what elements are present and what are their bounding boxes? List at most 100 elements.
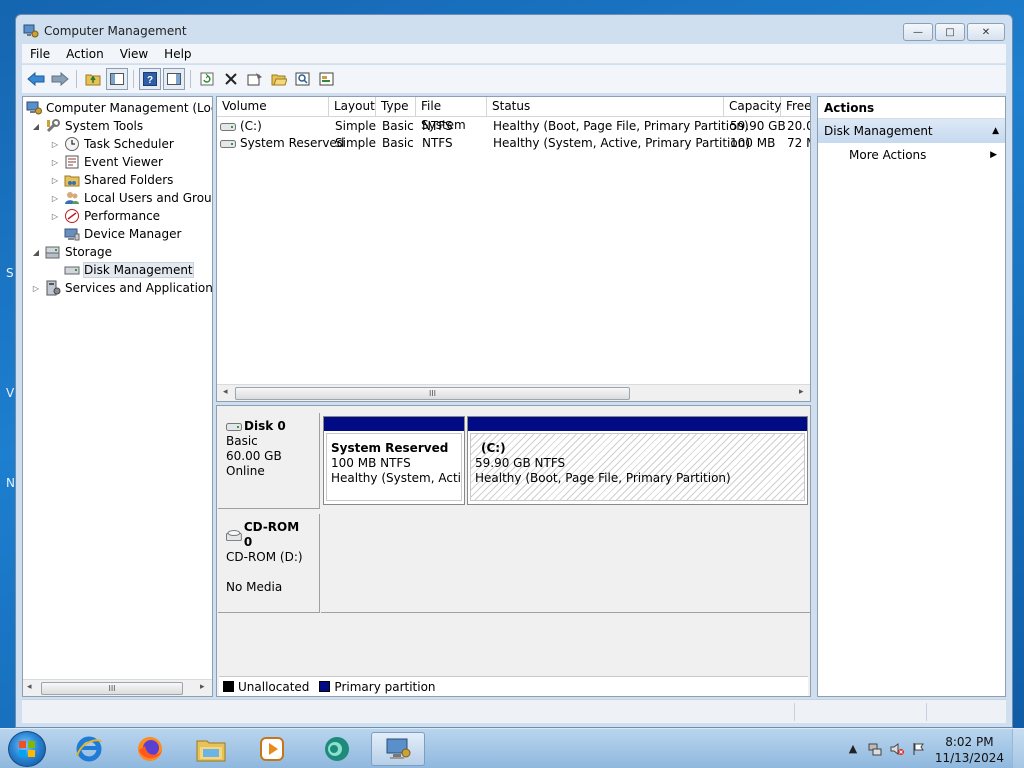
system-tray: ▲ 8:02 PM 11/13/2024 (844, 729, 1024, 768)
column-header-status[interactable]: Status (487, 97, 724, 117)
open-button[interactable] (268, 68, 290, 90)
tree-horizontal-scrollbar[interactable]: ◂ III ▸ (23, 679, 212, 696)
legend-unallocated-swatch (223, 681, 234, 692)
scroll-thumb[interactable]: III (41, 682, 183, 695)
partition-details: System Reserved 100 MB NTFS Healthy (Sys… (326, 433, 462, 501)
action-center-flag-icon[interactable] (912, 742, 926, 756)
cdrom-0-label[interactable]: CD-ROM 0 CD-ROM (D:) No Media (218, 514, 320, 613)
column-header-file-system[interactable]: File System (416, 97, 487, 132)
expander-open-icon[interactable]: ◢ (31, 122, 41, 131)
maximize-button[interactable]: □ (935, 23, 965, 41)
actions-header: Actions (818, 97, 1005, 119)
network-icon[interactable] (868, 742, 882, 756)
menu-view[interactable]: View (112, 47, 156, 61)
taskbar-computer-management[interactable] (371, 732, 425, 766)
taskbar-media-player[interactable] (245, 732, 299, 766)
taskbar-windows-explorer[interactable] (184, 732, 238, 766)
column-header-type[interactable]: Type (376, 97, 416, 117)
forward-button[interactable] (49, 68, 71, 90)
partition-c[interactable]: (C:) 59.90 GB NTFS Healthy (Boot, Page F… (467, 416, 808, 505)
maximize-icon: □ (945, 26, 955, 38)
menu-file[interactable]: File (22, 47, 58, 61)
column-header-capacity[interactable]: Capacity (724, 97, 781, 117)
show-hide-action-pane-button[interactable] (163, 68, 185, 90)
scroll-left-icon[interactable]: ◂ (27, 682, 32, 692)
collapse-up-icon[interactable]: ▲ (992, 119, 999, 143)
performance-icon (64, 208, 80, 224)
legend-label: Primary partition (334, 679, 436, 694)
media-player-icon (260, 737, 284, 761)
minimize-button[interactable]: — (903, 23, 933, 41)
internet-explorer-icon (76, 736, 102, 762)
expander-closed-icon[interactable]: ▷ (50, 158, 60, 167)
legend-primary-partition-swatch (319, 681, 331, 692)
tree-item-system-tools[interactable]: ◢ System Tools (31, 117, 143, 135)
free-space-cell: 20.07 GB (787, 119, 810, 133)
primary-partition-bar (324, 417, 464, 431)
expander-closed-icon[interactable]: ▷ (50, 212, 60, 221)
shared-folder-icon (64, 172, 80, 188)
show-desktop-button[interactable] (1012, 729, 1024, 768)
show-hidden-icons-icon[interactable]: ▲ (846, 742, 860, 756)
tree-item-label: Services and Applications (65, 281, 213, 295)
show-hide-console-tree-button[interactable] (106, 68, 128, 90)
tree-item-performance[interactable]: ▷ Performance (50, 207, 160, 225)
expander-open-icon[interactable]: ◢ (31, 248, 41, 257)
scroll-thumb[interactable]: III (235, 387, 630, 400)
menu-help[interactable]: Help (156, 47, 199, 61)
tree-item-shared-folders[interactable]: ▷ Shared Folders (50, 171, 173, 189)
refresh-button[interactable] (196, 68, 218, 90)
properties-button[interactable] (244, 68, 266, 90)
delete-button[interactable] (220, 68, 242, 90)
primary-partition-bar (468, 417, 807, 431)
column-header-free-space[interactable]: Free Sp (781, 97, 810, 117)
clock[interactable]: 8:02 PM 11/13/2024 (935, 734, 1004, 766)
up-one-level-button[interactable] (82, 68, 104, 90)
scroll-left-icon[interactable]: ◂ (223, 387, 228, 397)
file-system-cell: NTFS (422, 119, 453, 133)
title-bar[interactable]: Computer Management — □ ✕ (16, 15, 1012, 45)
start-button[interactable] (8, 731, 46, 767)
clock-time: 8:02 PM (945, 735, 994, 749)
help-button[interactable]: ? (139, 68, 161, 90)
column-header-volume[interactable]: Volume (217, 97, 329, 117)
tree-item-local-users-groups[interactable]: ▷ Local Users and Groups (50, 189, 212, 207)
partition-system-reserved[interactable]: System Reserved 100 MB NTFS Healthy (Sys… (323, 416, 465, 505)
tree-item-root[interactable]: Computer Management (Local) (26, 99, 212, 117)
tree-item-disk-management[interactable]: Disk Management (64, 261, 194, 279)
menu-action[interactable]: Action (58, 47, 112, 61)
search-button[interactable] (292, 68, 314, 90)
disk-state: No Media (226, 580, 283, 594)
cdrom-0-empty-area[interactable] (321, 514, 810, 613)
back-button[interactable] (25, 68, 47, 90)
taskbar-web-browser[interactable] (310, 732, 364, 766)
volume-list-horizontal-scrollbar[interactable]: ◂ III ▸ (217, 384, 810, 401)
taskbar-firefox[interactable] (123, 732, 177, 766)
scroll-right-icon[interactable]: ▸ (200, 682, 205, 692)
capacity-cell: 100 MB (730, 136, 776, 150)
volume-name: System Reserved (240, 136, 345, 150)
expander-closed-icon[interactable]: ▷ (50, 194, 60, 203)
close-button[interactable]: ✕ (967, 23, 1005, 41)
scroll-right-icon[interactable]: ▸ (799, 387, 804, 397)
tree-item-task-scheduler[interactable]: ▷ Task Scheduler (50, 135, 174, 153)
expander-closed-icon[interactable]: ▷ (50, 140, 60, 149)
tree-item-event-viewer[interactable]: ▷ Event Viewer (50, 153, 163, 171)
firefox-icon (138, 737, 162, 761)
column-header-layout[interactable]: Layout (329, 97, 376, 117)
tree-item-device-manager[interactable]: Device Manager (64, 225, 181, 243)
actions-section-disk-management[interactable]: Disk Management ▲ (818, 119, 1005, 143)
volume-muted-icon[interactable] (890, 742, 904, 756)
taskbar-internet-explorer[interactable] (62, 732, 116, 766)
expander-closed-icon[interactable]: ▷ (31, 284, 41, 293)
tree-item-services-applications[interactable]: ▷ Services and Applications (31, 279, 213, 297)
action-more-actions[interactable]: More Actions ▶ (818, 143, 1005, 167)
disk-properties-button[interactable] (316, 68, 338, 90)
disk-0-label[interactable]: Disk 0 Basic 60.00 GB Online (218, 413, 320, 509)
expander-closed-icon[interactable]: ▷ (50, 176, 60, 185)
status-bar (22, 699, 1006, 723)
close-icon: ✕ (981, 26, 991, 38)
up-folder-icon (85, 74, 101, 86)
tree-item-storage[interactable]: ◢ Storage (31, 243, 112, 261)
type-cell: Basic (382, 136, 414, 150)
